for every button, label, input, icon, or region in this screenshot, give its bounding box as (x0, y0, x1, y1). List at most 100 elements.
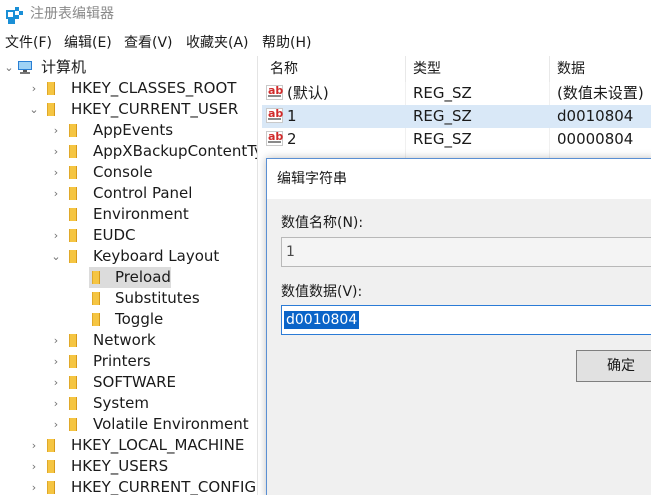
folder-icon (69, 124, 77, 137)
tree-label: HKEY_CLASSES_ROOT (71, 79, 237, 97)
tree-label: HKEY_LOCAL_MACHINE (71, 436, 245, 454)
dialog-titlebar[interactable]: 编辑字符串 (267, 159, 651, 199)
chevron-right-icon[interactable]: › (51, 393, 61, 414)
column-header-data[interactable]: 数据 (557, 60, 585, 78)
folder-icon (69, 250, 77, 263)
value-name-label: 数值名称(N): (281, 215, 364, 231)
tree-item-system[interactable]: › System (0, 393, 257, 414)
tree-item-keyboard-layout[interactable]: ⌄ Keyboard Layout (0, 246, 257, 267)
folder-open-icon (92, 271, 100, 284)
folder-icon (92, 313, 100, 326)
edit-string-dialog[interactable]: 编辑字符串 数值名称(N): 1 数值数据(V): d0010804 确定 (266, 158, 651, 495)
menu-view[interactable]: 查看(V) (124, 34, 173, 52)
value-name: 1 (287, 107, 297, 125)
column-divider[interactable] (405, 56, 406, 82)
folder-icon (69, 376, 77, 389)
folder-icon (69, 208, 77, 221)
tree-label: Printers (93, 352, 151, 370)
folder-icon (69, 397, 77, 410)
tree-item-hkey-current-user[interactable]: ⌄ HKEY_CURRENT_USER (0, 99, 257, 120)
chevron-right-icon[interactable]: › (51, 372, 61, 393)
menu-favorites[interactable]: 收藏夹(A) (186, 34, 249, 52)
folder-icon (47, 460, 55, 473)
key-tree[interactable]: ⌄ 计算机 › HKEY_CLASSES_ROOT ⌄ HKEY_CURRENT… (0, 56, 258, 495)
tree-label: Keyboard Layout (93, 247, 220, 265)
chevron-right-icon[interactable]: › (51, 225, 61, 246)
tree-label: Console (93, 163, 153, 181)
tree-item-volatile-environment[interactable]: › Volatile Environment (0, 414, 257, 435)
tree-item-hkey-local-machine[interactable]: › HKEY_LOCAL_MACHINE (0, 435, 257, 456)
folder-icon (47, 439, 55, 452)
value-name: (默认) (287, 84, 329, 102)
menu-help[interactable]: 帮助(H) (262, 34, 311, 52)
folder-icon (47, 82, 55, 95)
tree-label: EUDC (93, 226, 136, 244)
regedit-icon (6, 7, 23, 24)
chevron-right-icon[interactable]: › (29, 78, 39, 99)
tree-label: AppXBackupContentTy (93, 142, 258, 160)
folder-icon (47, 481, 55, 494)
folder-icon (69, 229, 77, 242)
folder-icon (92, 292, 100, 305)
value-row-1[interactable]: ab 1 REG_SZ d0010804 (262, 105, 651, 128)
tree-label: Control Panel (93, 184, 193, 202)
menu-file[interactable]: 文件(F) (5, 34, 52, 52)
tree-item-console[interactable]: › Console (0, 162, 257, 183)
computer-icon (18, 61, 32, 74)
chevron-right-icon[interactable]: › (51, 330, 61, 351)
tree-item-network[interactable]: › Network (0, 330, 257, 351)
chevron-down-icon[interactable]: ⌄ (29, 99, 39, 120)
chevron-right-icon[interactable]: › (51, 183, 61, 204)
tree-label: HKEY_CURRENT_CONFIG (71, 478, 257, 495)
chevron-down-icon[interactable]: ⌄ (4, 57, 14, 78)
tree-label: 计算机 (41, 58, 87, 76)
tree-label: Toggle (115, 310, 164, 328)
value-data: 00000804 (557, 130, 634, 148)
tree-item-software[interactable]: › SOFTWARE (0, 372, 257, 393)
chevron-right-icon[interactable]: › (51, 141, 61, 162)
tree-label: Substitutes (115, 289, 200, 307)
chevron-right-icon[interactable]: › (29, 435, 39, 456)
tree-item-hkey-current-config[interactable]: › HKEY_CURRENT_CONFIG (0, 477, 257, 495)
tree-label: SOFTWARE (93, 373, 177, 391)
menu-edit[interactable]: 编辑(E) (64, 34, 112, 52)
value-name-field[interactable]: 1 (281, 237, 651, 267)
tree-item-environment[interactable]: Environment (0, 204, 257, 225)
string-value-icon: ab (266, 84, 283, 100)
column-divider[interactable] (549, 56, 550, 82)
value-row-default[interactable]: ab (默认) REG_SZ (数值未设置) (262, 82, 651, 105)
column-header-type[interactable]: 类型 (413, 60, 441, 78)
ok-button[interactable]: 确定 (576, 350, 651, 382)
tree-item-computer[interactable]: ⌄ 计算机 (0, 57, 257, 78)
folder-icon (69, 166, 77, 179)
folder-icon (69, 145, 77, 158)
expander-empty (51, 204, 61, 225)
folder-icon (69, 334, 77, 347)
tree-item-eudc[interactable]: › EUDC (0, 225, 257, 246)
tree-item-hkey-classes-root[interactable]: › HKEY_CLASSES_ROOT (0, 78, 257, 99)
tree-item-substitutes[interactable]: Substitutes (0, 288, 257, 309)
value-data: (数值未设置) (557, 84, 644, 102)
chevron-right-icon[interactable]: › (51, 351, 61, 372)
value-name: 2 (287, 130, 297, 148)
chevron-right-icon[interactable]: › (51, 120, 61, 141)
tree-label: HKEY_USERS (71, 457, 169, 475)
tree-item-control-panel[interactable]: › Control Panel (0, 183, 257, 204)
tree-item-preload[interactable]: Preload (89, 267, 171, 288)
tree-item-appxbackupcontent[interactable]: › AppXBackupContentTy (0, 141, 258, 162)
chevron-right-icon[interactable]: › (51, 162, 61, 183)
tree-item-toggle[interactable]: Toggle (0, 309, 257, 330)
value-row-2[interactable]: ab 2 REG_SZ 00000804 (262, 128, 651, 151)
value-data-field[interactable]: d0010804 (281, 305, 651, 335)
chevron-down-icon[interactable]: ⌄ (51, 246, 61, 267)
chevron-right-icon[interactable]: › (51, 414, 61, 435)
value-data-label: 数值数据(V): (281, 284, 363, 300)
chevron-right-icon[interactable]: › (29, 456, 39, 477)
folder-icon (69, 355, 77, 368)
tree-item-printers[interactable]: › Printers (0, 351, 257, 372)
column-header-name[interactable]: 名称 (270, 60, 298, 78)
tree-label: Network (93, 331, 156, 349)
tree-item-hkey-users[interactable]: › HKEY_USERS (0, 456, 257, 477)
chevron-right-icon[interactable]: › (29, 477, 39, 495)
tree-item-appevents[interactable]: › AppEvents (0, 120, 257, 141)
